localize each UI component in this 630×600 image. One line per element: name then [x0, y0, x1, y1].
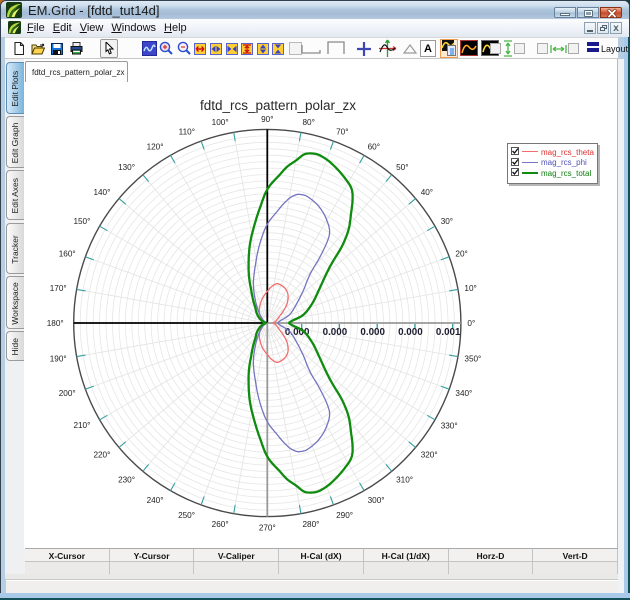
svg-text:100°: 100° [212, 118, 229, 127]
svg-text:0.000: 0.000 [360, 327, 385, 338]
svg-text:10°: 10° [464, 284, 476, 293]
svg-text:110°: 110° [179, 127, 195, 136]
svg-text:180°: 180° [47, 319, 64, 328]
svg-text:240°: 240° [147, 496, 164, 505]
svg-text:50°: 50° [396, 163, 408, 172]
svg-text:210°: 210° [73, 421, 90, 430]
svg-text:300°: 300° [368, 496, 385, 505]
svg-text:340°: 340° [455, 389, 472, 398]
svg-text:40°: 40° [421, 188, 433, 197]
svg-text:130°: 130° [118, 163, 135, 172]
svg-text:320°: 320° [421, 450, 438, 459]
svg-text:120°: 120° [147, 142, 164, 151]
svg-text:30°: 30° [441, 217, 453, 226]
svg-text:0.000: 0.000 [323, 327, 348, 338]
svg-text:0.001: 0.001 [436, 327, 461, 338]
svg-text:90°: 90° [261, 115, 273, 124]
svg-text:230°: 230° [118, 476, 135, 485]
svg-text:160°: 160° [59, 249, 76, 258]
svg-text:220°: 220° [93, 450, 110, 459]
svg-text:310°: 310° [396, 476, 413, 485]
svg-text:260°: 260° [212, 520, 229, 529]
svg-text:0.000: 0.000 [398, 327, 423, 338]
svg-text:290°: 290° [336, 511, 353, 520]
svg-text:280°: 280° [303, 520, 320, 529]
svg-text:190°: 190° [50, 355, 67, 364]
svg-text:330°: 330° [441, 421, 458, 430]
svg-text:350°: 350° [464, 355, 481, 364]
svg-text:270°: 270° [259, 523, 276, 532]
svg-text:20°: 20° [455, 249, 467, 258]
svg-text:250°: 250° [178, 511, 195, 520]
svg-text:200°: 200° [59, 389, 76, 398]
svg-text:70°: 70° [336, 127, 348, 136]
svg-text:150°: 150° [73, 217, 90, 226]
svg-text:60°: 60° [368, 142, 380, 151]
svg-text:170°: 170° [50, 284, 67, 293]
svg-text:80°: 80° [303, 118, 315, 127]
svg-text:0°: 0° [467, 319, 475, 328]
svg-text:140°: 140° [93, 188, 110, 197]
